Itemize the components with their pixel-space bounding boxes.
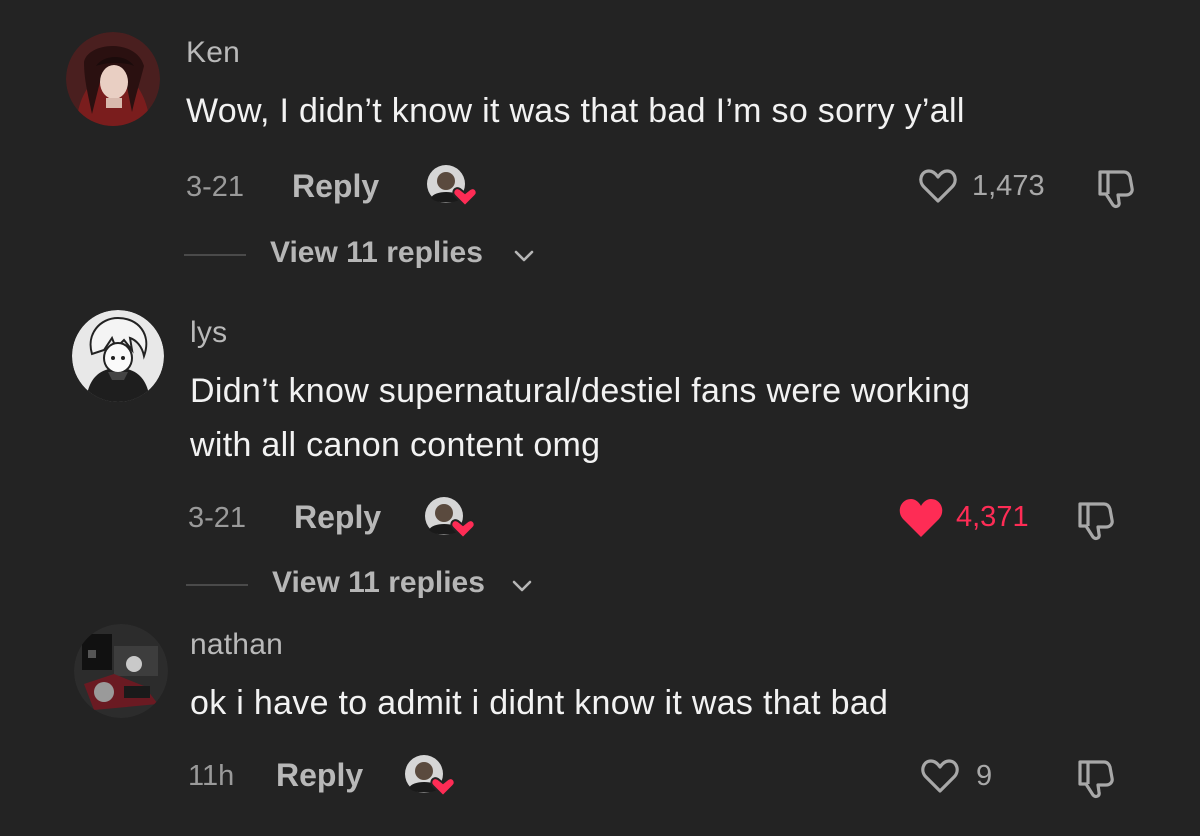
like-count: 4,371 xyxy=(956,501,1029,533)
chevron-down-icon xyxy=(514,250,534,262)
divider xyxy=(186,584,248,586)
comment-date: 3-21 xyxy=(186,171,245,203)
view-replies-label[interactable]: View 11 replies xyxy=(272,566,485,600)
chevron-down-icon xyxy=(512,580,532,592)
username[interactable]: Ken xyxy=(186,36,240,70)
view-replies[interactable]: View 11 replies xyxy=(184,234,584,274)
creator-heart-avatar-icon xyxy=(404,752,456,800)
view-replies-label[interactable]: View 11 replies xyxy=(270,236,483,270)
comment-date: 11h xyxy=(188,760,235,792)
comment-text-line: ok i have to admit i didnt know it was t… xyxy=(190,684,889,722)
like-count: 9 xyxy=(976,760,993,792)
avatar[interactable] xyxy=(72,310,164,402)
heart-icon xyxy=(919,169,957,203)
comment-text-line: Didn’t know supernatural/destiel fans we… xyxy=(190,372,971,410)
comment-text-line: Wow, I didn’t know it was that bad I’m s… xyxy=(186,92,965,130)
thumbs-down-icon[interactable] xyxy=(1094,166,1140,210)
username[interactable]: lys xyxy=(190,316,227,350)
like-button[interactable]: 9 xyxy=(920,756,1010,800)
like-button[interactable]: 4,371 xyxy=(898,497,1048,541)
reply-button[interactable]: Reply xyxy=(292,168,379,205)
reply-button[interactable]: Reply xyxy=(294,499,381,536)
creator-heart-avatar-icon xyxy=(426,162,478,210)
comment-text: ok i have to admit i didnt know it was t… xyxy=(190,676,888,730)
comment-date: 3-21 xyxy=(188,502,247,534)
like-count: 1,473 xyxy=(972,170,1045,202)
username[interactable]: nathan xyxy=(190,628,283,662)
heart-icon xyxy=(899,499,943,537)
creator-heart-avatar-icon xyxy=(424,494,476,542)
comment-text: Didn’t know supernatural/destiel fans we… xyxy=(190,364,970,472)
reply-button[interactable]: Reply xyxy=(276,757,363,794)
comment-text: Wow, I didn’t know it was that bad I’m s… xyxy=(186,84,965,138)
avatar[interactable] xyxy=(74,624,168,718)
comment-text-line: with all canon content omg xyxy=(190,426,601,464)
divider xyxy=(184,254,246,256)
avatar[interactable] xyxy=(66,32,160,126)
like-button[interactable]: 1,473 xyxy=(918,166,1058,210)
thumbs-down-icon[interactable] xyxy=(1074,756,1120,800)
thumbs-down-icon[interactable] xyxy=(1074,498,1120,542)
view-replies[interactable]: View 11 replies xyxy=(186,564,586,604)
heart-icon xyxy=(921,759,959,793)
